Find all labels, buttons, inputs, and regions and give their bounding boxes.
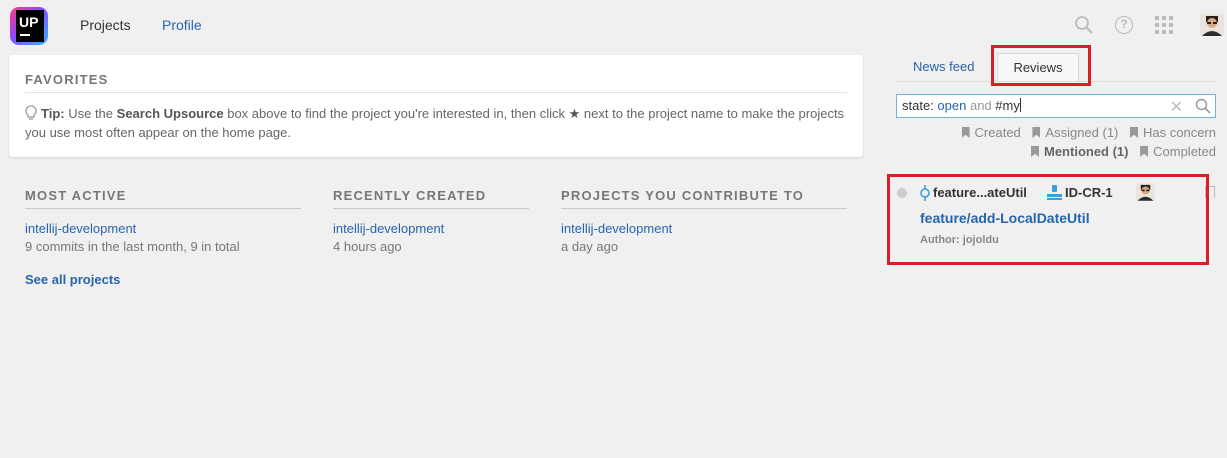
project-meta: 9 commits in the last month, 9 in total <box>25 239 240 254</box>
filter-label: Completed <box>1153 144 1216 159</box>
contribute-column: PROJECTS YOU CONTRIBUTE TO intellij-deve… <box>561 188 847 254</box>
project-link[interactable]: intellij-development <box>333 221 529 236</box>
most-active-column: MOST ACTIVE intellij-development 9 commi… <box>25 188 301 254</box>
tip-text-2: box above to find the project you're int… <box>227 106 566 121</box>
recently-created-heading: RECENTLY CREATED <box>333 188 529 209</box>
bookmark-icon <box>961 127 970 138</box>
logo-underscore <box>20 34 30 36</box>
filter-completed[interactable]: Completed <box>1140 144 1216 159</box>
recently-created-column: RECENTLY CREATED intellij-development 4 … <box>333 188 529 254</box>
text-caret <box>1019 98 1021 112</box>
lightbulb-icon <box>25 105 37 120</box>
search-icon[interactable] <box>1195 98 1211 117</box>
bookmark-icon <box>1140 146 1149 157</box>
query-value: open <box>937 98 967 113</box>
highlight-box-reviews <box>991 45 1091 86</box>
star-icon: ★ <box>568 106 581 121</box>
logo-text: UP <box>19 14 39 30</box>
favorites-panel: FAVORITES Tip: Use the Search Upsource b… <box>9 55 863 157</box>
review-filters: Created Assigned (1) Has concern Mention… <box>896 123 1216 161</box>
review-search-input[interactable]: state: open and #my ✕ <box>896 94 1216 118</box>
filter-label: Has concern <box>1143 125 1216 140</box>
project-link[interactable]: intellij-development <box>561 221 847 236</box>
filter-assigned[interactable]: Assigned (1) <box>1032 125 1118 140</box>
favorites-tip: Tip: Use the Search Upsource box above t… <box>25 104 845 142</box>
tip-label: Tip: <box>41 106 65 121</box>
tip-text-1: Use the <box>68 106 114 121</box>
tip-search-name: Search Upsource <box>116 106 224 121</box>
project-meta: a day ago <box>561 239 619 254</box>
clear-icon[interactable]: ✕ <box>1170 97 1183 117</box>
filter-label: Created <box>974 125 1021 140</box>
contribute-heading: PROJECTS YOU CONTRIBUTE TO <box>561 188 847 209</box>
filter-mentioned[interactable]: Mentioned (1) <box>1031 144 1129 159</box>
help-icon[interactable]: ? <box>1115 16 1133 34</box>
highlight-box-review-card <box>887 174 1209 265</box>
upsource-logo[interactable]: UP <box>10 7 48 45</box>
query-operator: and <box>969 98 992 113</box>
filter-label: Assigned (1) <box>1045 125 1119 140</box>
divider <box>25 92 847 93</box>
nav-profile[interactable]: Profile <box>162 17 202 33</box>
see-all-projects-link[interactable]: See all projects <box>25 272 120 287</box>
bookmark-icon <box>1130 127 1139 138</box>
query-key: state: <box>902 98 934 113</box>
most-active-heading: MOST ACTIVE <box>25 188 301 209</box>
nav-projects[interactable]: Projects <box>80 17 131 33</box>
user-avatar[interactable] <box>1200 14 1224 36</box>
project-link[interactable]: intellij-development <box>25 221 301 236</box>
tab-news-feed[interactable]: News feed <box>913 59 974 74</box>
query-tag: #my <box>995 98 1020 113</box>
project-meta: 4 hours ago <box>333 239 402 254</box>
logo-mark: UP <box>16 10 44 42</box>
filter-created[interactable]: Created <box>961 125 1021 140</box>
filter-label: Mentioned (1) <box>1044 144 1129 159</box>
apps-grid-icon[interactable] <box>1155 16 1173 34</box>
bookmark-icon <box>1032 127 1041 138</box>
favorites-heading: FAVORITES <box>25 72 109 87</box>
search-icon[interactable] <box>1074 15 1094 38</box>
filter-has-concern[interactable]: Has concern <box>1130 125 1216 140</box>
bookmark-icon <box>1031 146 1039 157</box>
